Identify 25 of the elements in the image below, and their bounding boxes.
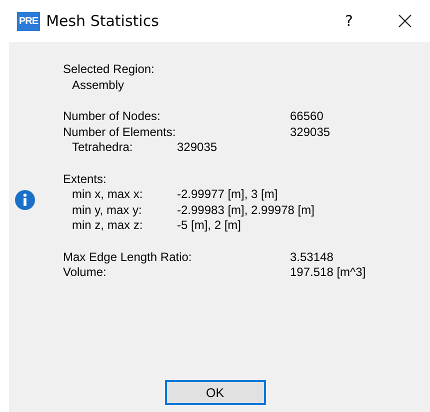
close-icon[interactable] [398, 14, 412, 28]
stat-label: Tetrahedra: [72, 140, 134, 156]
stat-label: min z, max z: [72, 218, 144, 234]
stat-label: min x, max x: [72, 187, 144, 202]
stat-value: 197.518 [m^3] [290, 265, 366, 280]
section-label: Extents: [63, 172, 106, 187]
stat-value: 329035 [177, 140, 218, 156]
stat-label: min y, max y: [72, 202, 143, 218]
stat-label: Volume: [63, 265, 108, 280]
stat-label: Number of Nodes: [63, 109, 162, 124]
info-icon [15, 190, 35, 210]
ok-button[interactable]: OK [164, 380, 266, 405]
stat-value: 329035 [290, 124, 330, 140]
stat-label: Max Edge Length Ratio: [63, 250, 193, 265]
stat-label: Number of Elements: [63, 124, 177, 140]
stat-value: -5 [m], 2 [m] [177, 218, 242, 234]
stat-value: 3.53148 [290, 250, 334, 265]
stat-value: -2.99983 [m], 2.99978 [m] [177, 202, 314, 218]
app-logo: PRE [17, 12, 40, 30]
section-label: Selected Region: [63, 62, 154, 78]
stat-value: -2.99977 [m], 3 [m] [177, 187, 278, 202]
help-button[interactable]: ? [345, 12, 353, 30]
stat-value: 66560 [290, 109, 324, 124]
region-name: Assembly [72, 78, 124, 93]
window-title: Mesh Statistics [46, 12, 159, 30]
